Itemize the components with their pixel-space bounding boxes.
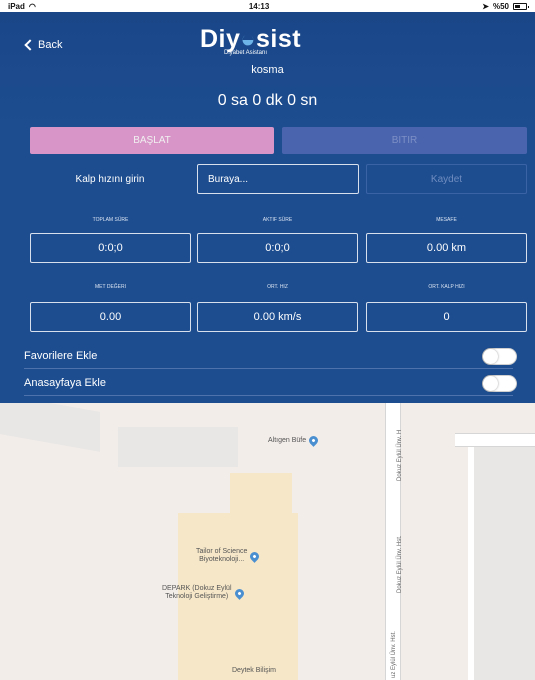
status-bar: iPad ◠ 14:13 ➤ %50	[0, 0, 535, 12]
logo-brand-prefix: Diy	[200, 25, 241, 53]
map-pin-icon	[232, 586, 246, 600]
map-block	[0, 403, 100, 452]
road-label: Dokuz Eylül Ünv. H	[397, 429, 403, 481]
favorites-label: Favorilere Ekle	[24, 349, 98, 362]
map-view[interactable]: Dokuz Eylül Ünv. H Dokuz Eylül Ünv. Hst.…	[0, 403, 535, 680]
elapsed-time: 0 sa 0 dk 0 sn	[217, 92, 318, 109]
met-label: MET DEĞERI	[94, 284, 127, 290]
favorites-row: Favorilere Ekle	[0, 342, 535, 369]
battery-percent: %50	[492, 1, 509, 11]
map-poi[interactable]: Altıgen Büfe	[268, 434, 321, 447]
toggle-knob	[483, 376, 498, 391]
drop-icon: ◒	[240, 25, 257, 53]
poi-label: Tailor of Science	[196, 548, 248, 555]
favorites-toggle[interactable]	[482, 348, 517, 365]
map-block	[468, 443, 535, 680]
app-logo: Diy◒sist Diyabet Asistanı	[200, 25, 301, 56]
avg-heart-rate-label: ORT. KALP HIZI	[428, 284, 465, 290]
divider	[24, 395, 513, 396]
map-block	[118, 427, 238, 467]
met-value: 0.00	[30, 302, 191, 332]
device-label: iPad	[8, 1, 25, 11]
poi-label: Biyoteknoloji...	[199, 556, 245, 563]
clock: 14:13	[248, 1, 270, 11]
toggle-knob	[483, 349, 498, 364]
avg-speed-label: ORT. HIZ	[267, 284, 288, 290]
location-arrow-icon: ➤	[482, 1, 489, 11]
stop-button[interactable]: BITIR	[282, 127, 527, 154]
active-time-value: 0:0;0	[197, 233, 358, 263]
heart-rate-input[interactable]: Buraya...	[197, 164, 359, 194]
avg-speed-value: 0.00 km/s	[197, 302, 358, 332]
homepage-label: Anasayfaya Ekle	[24, 376, 106, 389]
poi-label: Altıgen Büfe	[268, 437, 307, 444]
logo-brand-suffix: sist	[256, 25, 302, 53]
road-label: Dokuz Eylül Ünv. Hst.	[397, 535, 403, 593]
total-time-value: 0:0;0	[30, 233, 191, 263]
distance-label: MESAFE	[436, 217, 457, 223]
map-road	[455, 433, 535, 447]
distance-value: 0.00 km	[366, 233, 527, 263]
poi-label: DEPARK (Dokuz Eylül	[162, 585, 232, 592]
battery-icon	[512, 2, 529, 10]
start-button[interactable]: BAŞLAT	[30, 127, 274, 154]
back-button[interactable]: Back	[24, 39, 63, 51]
avg-heart-rate-value: 0	[366, 302, 527, 332]
chevron-left-icon	[24, 39, 36, 51]
homepage-row: Anasayfaya Ekle	[0, 369, 535, 396]
total-time-label: TOPLAM SÜRE	[92, 217, 129, 223]
activity-panel: Back Diy◒sist Diyabet Asistanı kosma 0 s…	[0, 12, 535, 403]
poi-label: Teknoloji Geliştirme)	[165, 593, 229, 600]
back-label: Back	[38, 39, 63, 51]
homepage-toggle[interactable]	[482, 375, 517, 392]
map-poi[interactable]: DEPARK (Dokuz Eylül Teknoloji Geliştirme…	[162, 585, 246, 601]
map-pin-icon	[307, 434, 321, 447]
map-poi[interactable]: Tailor of Science Biyoteknoloji...	[196, 548, 262, 564]
map-pin-icon	[248, 549, 262, 563]
heart-rate-label: Kalp hızını girin	[75, 173, 145, 185]
road-label: uz Eylül Ünv. Hst.	[391, 631, 397, 678]
active-time-label: AKTIF SÜRE	[262, 217, 293, 223]
save-button[interactable]: Kaydet	[366, 164, 527, 194]
map-poi[interactable]: Deytek Bilişim	[232, 667, 276, 674]
wifi-icon: ◠	[28, 1, 36, 11]
poi-label: Deytek Bilişim	[232, 667, 276, 674]
activity-name: kosma	[251, 64, 284, 76]
